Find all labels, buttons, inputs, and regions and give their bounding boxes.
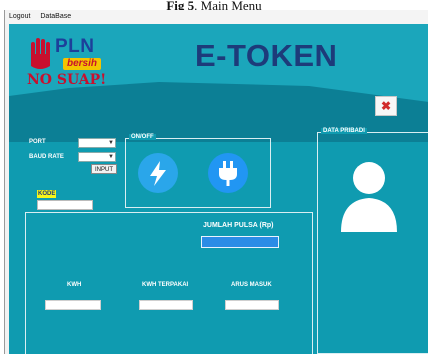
kwh-terpakai-label: KWH TERPAKAI bbox=[142, 282, 189, 288]
kode-label: KODE bbox=[37, 190, 57, 198]
main-panel: PLN bersih NO SUAP! E-TOKEN ✖ PORT ▼ BAU… bbox=[9, 24, 428, 354]
kwh-terpakai-field bbox=[139, 300, 193, 310]
pln-logo: PLN bersih NO SUAP! bbox=[25, 36, 115, 94]
jumlah-pulsa-field bbox=[201, 236, 279, 248]
app-window: Logout DataBase PLN bersih NO SUAP! E-TO… bbox=[4, 10, 428, 354]
power-on-button[interactable] bbox=[138, 153, 178, 193]
chevron-down-icon: ▼ bbox=[108, 140, 114, 146]
power-plug-button[interactable] bbox=[208, 153, 248, 193]
hand-icon bbox=[31, 38, 50, 69]
header-panel: PLN bersih NO SUAP! E-TOKEN ✖ bbox=[9, 24, 428, 142]
menu-logout[interactable]: Logout bbox=[5, 10, 34, 24]
logo-bersih-text: bersih bbox=[63, 58, 102, 70]
bolt-icon bbox=[150, 161, 166, 186]
data-pribadi-title: DATA PRIBADI bbox=[321, 128, 367, 134]
kwh-field bbox=[45, 300, 101, 310]
chevron-down-icon: ▼ bbox=[108, 154, 114, 160]
plug-icon bbox=[219, 161, 237, 186]
kode-input[interactable] bbox=[37, 200, 93, 210]
port-select[interactable]: ▼ bbox=[78, 138, 116, 148]
jumlah-pulsa-label: JUMLAH PULSA (Rp) bbox=[203, 222, 274, 229]
arus-masuk-field bbox=[225, 300, 279, 310]
baud-rate-select[interactable]: ▼ bbox=[78, 152, 116, 162]
kwh-label: KWH bbox=[67, 282, 82, 288]
logo-pln-text: PLN bbox=[55, 36, 95, 57]
app-title: E-TOKEN bbox=[195, 38, 338, 73]
baud-rate-label: BAUD RATE bbox=[29, 154, 64, 160]
onoff-group: ON/OFF bbox=[125, 134, 271, 208]
arus-masuk-label: ARUS MASUK bbox=[231, 282, 272, 288]
user-avatar-icon bbox=[341, 162, 397, 232]
menu-bar: Logout DataBase bbox=[5, 10, 428, 24]
input-button[interactable]: INPUT bbox=[91, 164, 117, 174]
logo-slogan: NO SUAP! bbox=[27, 72, 107, 88]
close-button[interactable]: ✖ bbox=[375, 96, 397, 116]
menu-database[interactable]: DataBase bbox=[36, 10, 75, 24]
port-label: PORT bbox=[29, 139, 46, 145]
onoff-group-title: ON/OFF bbox=[129, 134, 156, 140]
